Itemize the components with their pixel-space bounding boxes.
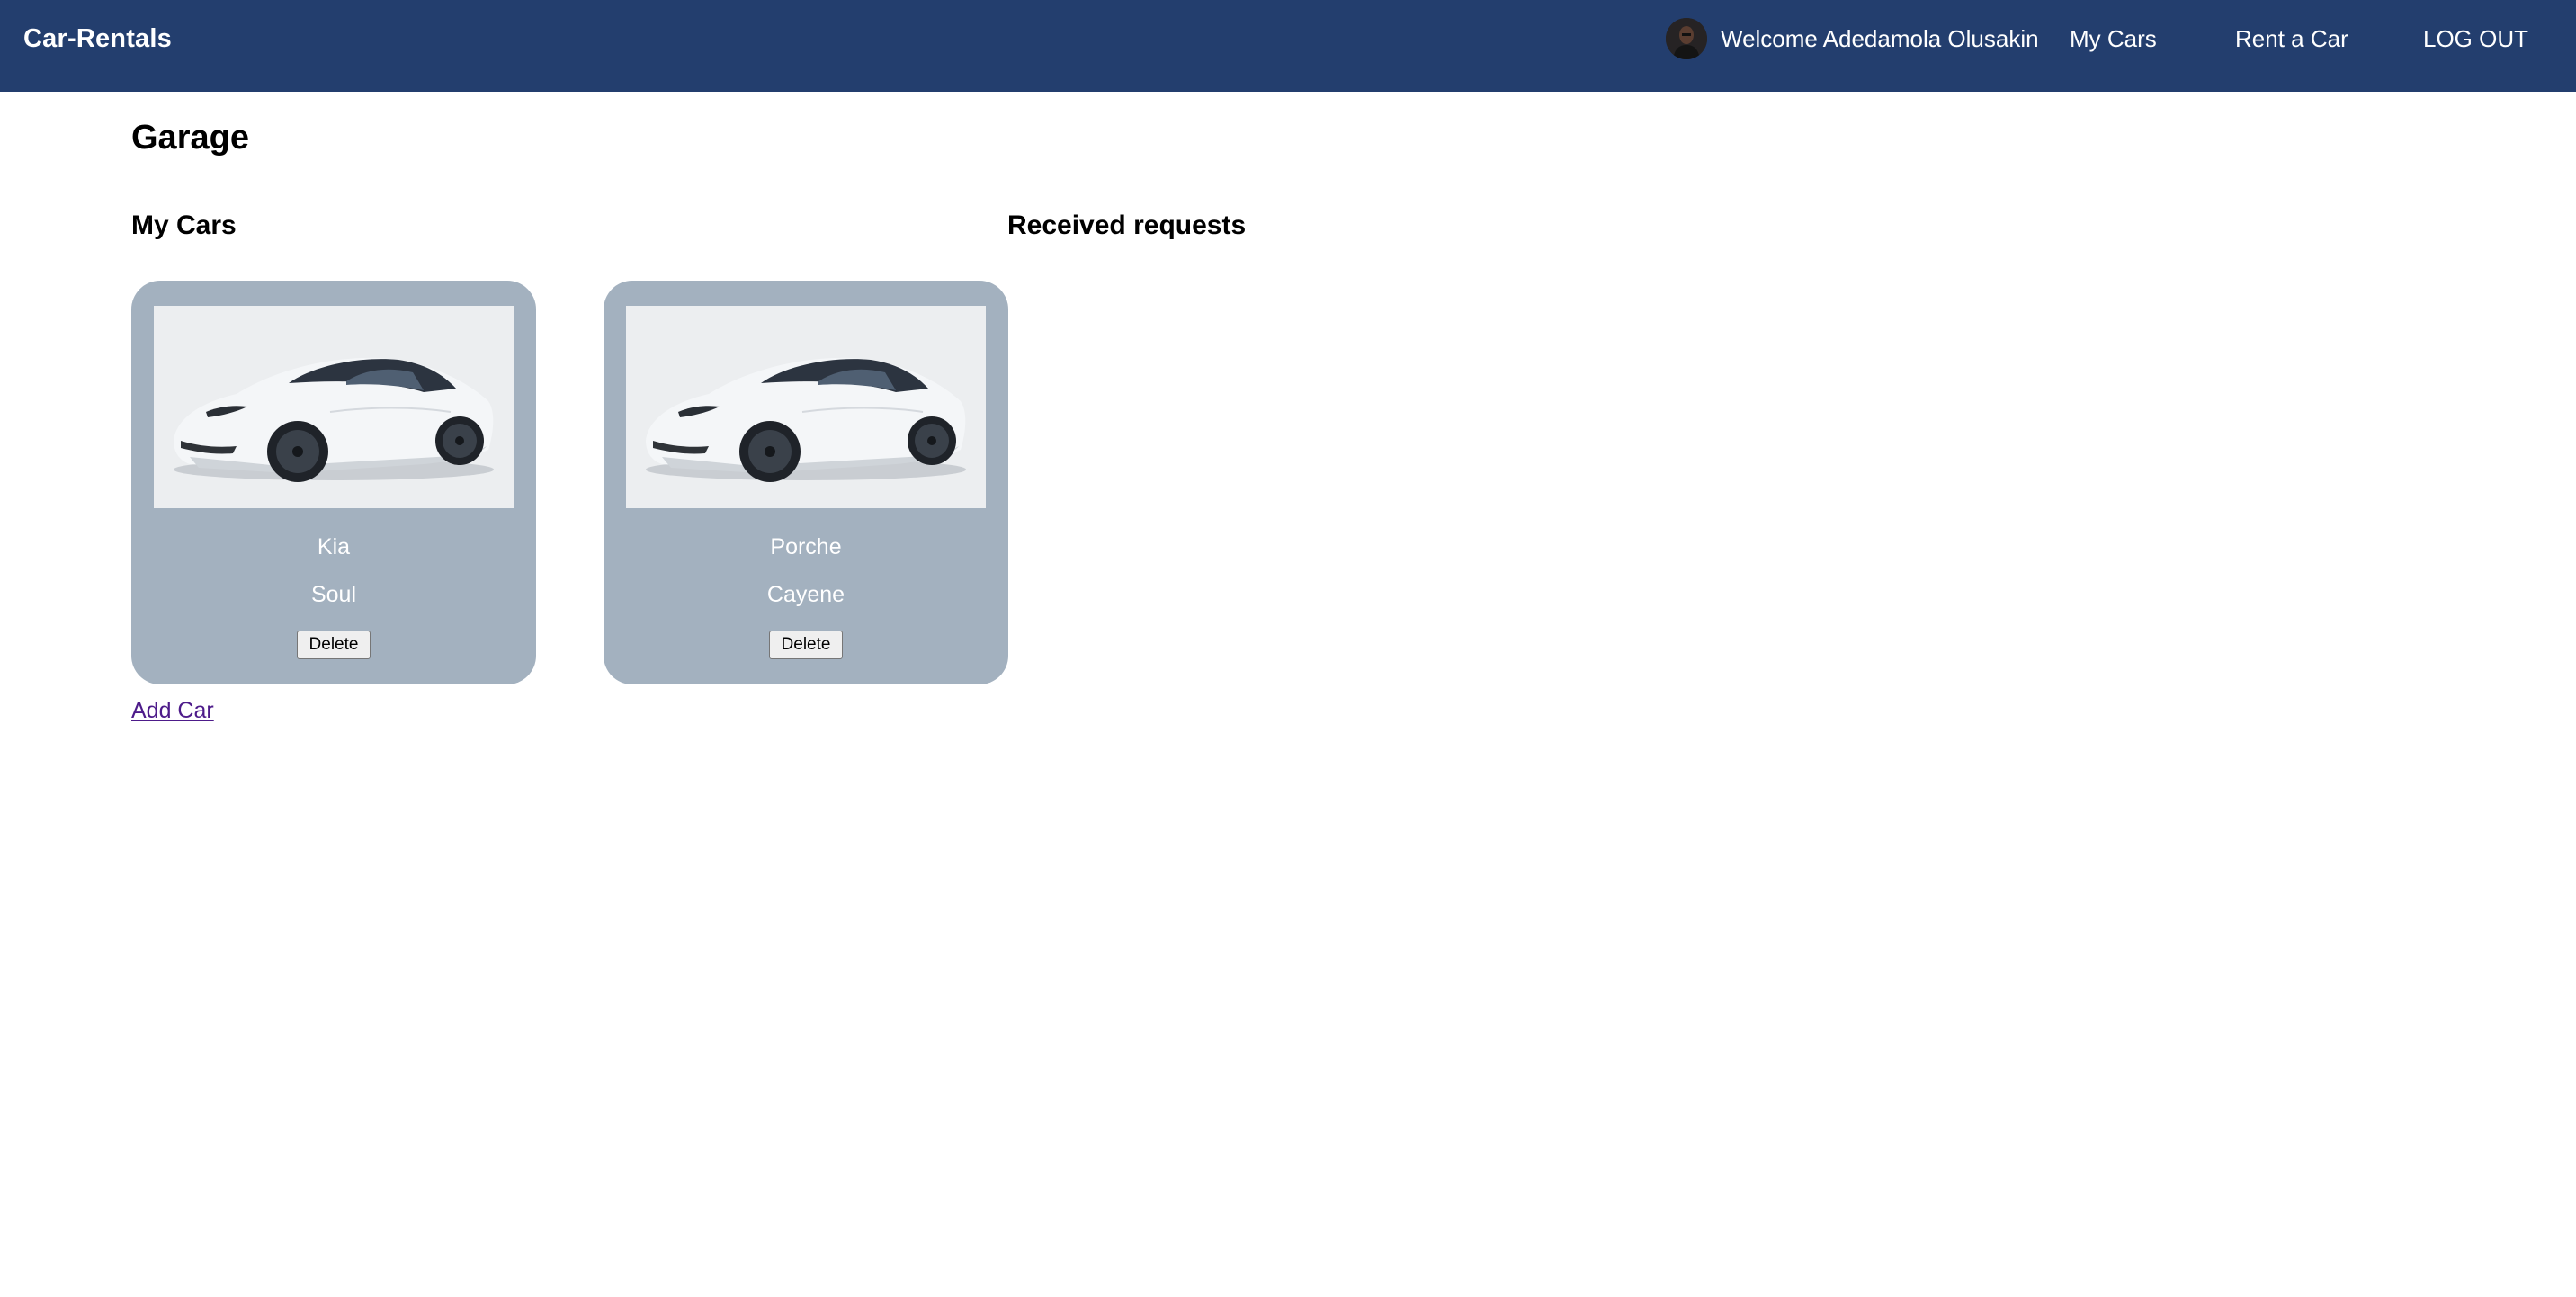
nav-link-log-out[interactable]: LOG OUT [2423,24,2528,53]
welcome-message: Welcome Adedamola Olusakin [1721,25,2039,52]
car-model: Cayene [766,582,845,607]
brand-logo[interactable]: Car-Rentals [23,23,172,54]
top-navbar: Car-Rentals Welcome Adedamola Olusakin M… [0,0,2576,92]
nav-link-my-cars[interactable]: My Cars [2070,24,2157,53]
add-car-link[interactable]: Add Car [131,697,214,724]
car-model: Soul [310,582,357,607]
car-illustration [154,306,514,508]
delete-car-button[interactable]: Delete [769,631,843,659]
page-title: Garage [131,119,249,157]
car-make: Kia [317,534,351,559]
delete-car-button[interactable]: Delete [297,631,371,659]
car-card: Kia Soul Delete [131,281,536,684]
user-avatar [1666,18,1707,59]
car-image [626,306,986,508]
user-avatar-icon [1666,18,1707,59]
car-image [154,306,514,508]
car-make: Porche [770,534,842,559]
received-requests-heading: Received requests [1007,210,1247,240]
nav-link-rent-a-car[interactable]: Rent a Car [2235,24,2348,53]
my-cars-heading: My Cars [131,210,237,240]
car-illustration [626,306,986,508]
car-card: Porche Cayene Delete [604,281,1008,684]
